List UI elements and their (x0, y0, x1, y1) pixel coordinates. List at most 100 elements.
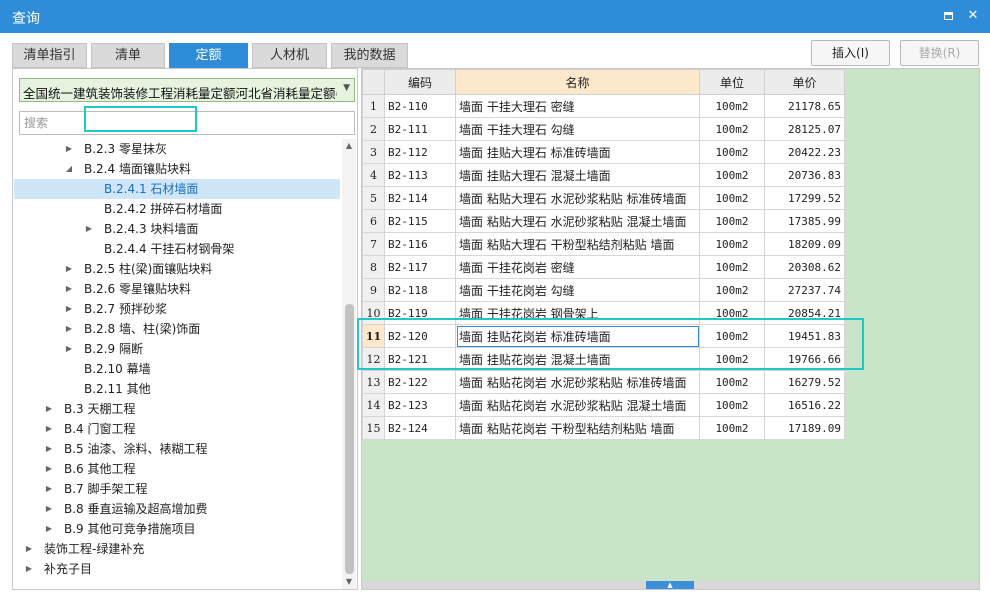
expand-arrow-icon[interactable]: ▶ (44, 479, 54, 499)
price-cell[interactable]: 18209.09 (764, 232, 845, 256)
maximize-icon[interactable] (941, 9, 955, 23)
price-cell[interactable]: 17385.99 (764, 209, 845, 233)
tab-materials[interactable]: 人材机 (252, 43, 327, 68)
price-cell[interactable]: 17299.52 (764, 186, 845, 210)
library-select[interactable]: 全国统一建筑装饰装修工程消耗量定额河北省消耗量定额(20 ▼ (19, 78, 355, 102)
row-number[interactable]: 6 (362, 209, 385, 233)
tree-item[interactable]: ▶ B.5 油漆、涂料、裱糊工程 (14, 439, 340, 459)
name-cell[interactable]: 墙面 粘贴大理石 水泥砂浆粘贴 混凝土墙面 (455, 209, 700, 233)
row-number[interactable]: 5 (362, 186, 385, 210)
tree-item[interactable]: B.2.4.2 拼碎石材墙面 (14, 199, 340, 219)
name-cell[interactable]: 墙面 挂贴大理石 混凝土墙面 (455, 163, 700, 187)
tree-item[interactable]: ▶ 补充子目 (14, 559, 340, 579)
row-number[interactable]: 4 (362, 163, 385, 187)
column-header-code[interactable]: 编码 (384, 69, 456, 95)
table-row[interactable]: 1 B2-110 墙面 干挂大理石 密缝 100m2 21178.65 (362, 94, 845, 118)
dropdown-arrow-icon[interactable]: ▼ (343, 83, 350, 93)
unit-cell[interactable]: 100m2 (699, 140, 765, 164)
name-cell[interactable]: 墙面 干挂大理石 密缝 (455, 94, 700, 118)
price-cell[interactable]: 20422.23 (764, 140, 845, 164)
tree-item[interactable]: ▶ B.2.3 零星抹灰 (14, 139, 340, 159)
collapse-arrow-icon[interactable]: ◢ (64, 159, 74, 179)
tree-item[interactable]: ▶ B.2.4.3 块料墙面 (14, 219, 340, 239)
table-row[interactable]: 15 B2-124 墙面 粘贴花岗岩 干粉型粘结剂粘贴 墙面 100m2 17189.0… (362, 416, 845, 440)
tree-item[interactable]: ▶ B.9 其他可竞争措施项目 (14, 519, 340, 539)
tree-item[interactable]: ▶ B.6 其他工程 (14, 459, 340, 479)
expand-arrow-icon[interactable]: ▶ (64, 319, 74, 339)
unit-cell[interactable]: 100m2 (699, 416, 765, 440)
table-row[interactable]: 3 B2-112 墙面 挂贴大理石 标准砖墙面 100m2 20422.23 (362, 140, 845, 164)
price-cell[interactable]: 21178.65 (764, 94, 845, 118)
name-cell[interactable]: 墙面 粘贴花岗岩 水泥砂浆粘贴 混凝土墙面 (455, 393, 700, 417)
expand-arrow-icon[interactable]: ▶ (44, 439, 54, 459)
code-cell[interactable]: B2-117 (384, 255, 456, 279)
unit-cell[interactable]: 100m2 (699, 232, 765, 256)
row-number[interactable]: 8 (362, 255, 385, 279)
unit-cell[interactable]: 100m2 (699, 163, 765, 187)
expand-arrow-icon[interactable]: ▶ (64, 139, 74, 159)
tab-quota[interactable]: 定额 (169, 43, 248, 68)
tab-my-data[interactable]: 我的数据 (331, 43, 408, 68)
scroll-handle-icon[interactable]: ▲ (646, 581, 694, 589)
table-row[interactable]: 13 B2-122 墙面 粘贴花岗岩 水泥砂浆粘贴 标准砖墙面 100m2 16279.… (362, 370, 845, 394)
tree-item[interactable]: ▶ B.7 脚手架工程 (14, 479, 340, 499)
tree-item[interactable]: B.2.10 幕墙 (14, 359, 340, 379)
code-cell[interactable]: B2-122 (384, 370, 456, 394)
name-cell[interactable]: 墙面 粘贴大理石 干粉型粘结剂粘贴 墙面 (455, 232, 700, 256)
expand-arrow-icon[interactable]: ▶ (64, 339, 74, 359)
row-number[interactable]: 9 (362, 278, 385, 302)
name-cell[interactable]: 墙面 粘贴花岗岩 水泥砂浆粘贴 标准砖墙面 (455, 370, 700, 394)
price-cell[interactable]: 20736.83 (764, 163, 845, 187)
row-number[interactable]: 7 (362, 232, 385, 256)
unit-cell[interactable]: 100m2 (699, 370, 765, 394)
tree-item[interactable]: ▶ B.2.7 预拌砂浆 (14, 299, 340, 319)
horizontal-scrollbar[interactable]: ▲ (362, 581, 979, 589)
unit-cell[interactable]: 100m2 (699, 209, 765, 233)
unit-cell[interactable]: 100m2 (699, 94, 765, 118)
tree-item[interactable]: ▶ B.2.8 墙、柱(梁)饰面 (14, 319, 340, 339)
unit-cell[interactable]: 100m2 (699, 393, 765, 417)
table-row[interactable]: 4 B2-113 墙面 挂贴大理石 混凝土墙面 100m2 20736.83 (362, 163, 845, 187)
code-cell[interactable]: B2-124 (384, 416, 456, 440)
code-cell[interactable]: B2-113 (384, 163, 456, 187)
table-row[interactable]: 6 B2-115 墙面 粘贴大理石 水泥砂浆粘贴 混凝土墙面 100m2 17385.9… (362, 209, 845, 233)
code-cell[interactable]: B2-115 (384, 209, 456, 233)
expand-arrow-icon[interactable]: ▶ (44, 519, 54, 539)
table-row[interactable]: 14 B2-123 墙面 粘贴花岗岩 水泥砂浆粘贴 混凝土墙面 100m2 16516.… (362, 393, 845, 417)
tree-item[interactable]: ▶ B.2.9 隔断 (14, 339, 340, 359)
tree-item[interactable]: ◢ B.2.4 墙面镶贴块料 (14, 159, 340, 179)
code-cell[interactable]: B2-123 (384, 393, 456, 417)
name-cell[interactable]: 墙面 干挂花岗岩 勾缝 (455, 278, 700, 302)
tree-item[interactable]: ▶ B.3 天棚工程 (14, 399, 340, 419)
table-row[interactable]: 2 B2-111 墙面 干挂大理石 勾缝 100m2 28125.07 (362, 117, 845, 141)
name-cell[interactable]: 墙面 干挂花岗岩 密缝 (455, 255, 700, 279)
expand-arrow-icon[interactable]: ▶ (64, 279, 74, 299)
tree-item[interactable]: ▶ B.8 垂直运输及超高增加费 (14, 499, 340, 519)
table-row[interactable]: 8 B2-117 墙面 干挂花岗岩 密缝 100m2 20308.62 (362, 255, 845, 279)
column-header-name[interactable]: 名称 (455, 69, 700, 95)
expand-arrow-icon[interactable]: ▶ (44, 419, 54, 439)
tree-scrollbar[interactable]: ▲ ▼ (342, 139, 356, 589)
row-number[interactable]: 13 (362, 370, 385, 394)
price-cell[interactable]: 28125.07 (764, 117, 845, 141)
code-cell[interactable]: B2-116 (384, 232, 456, 256)
unit-cell[interactable]: 100m2 (699, 278, 765, 302)
unit-cell[interactable]: 100m2 (699, 186, 765, 210)
row-number[interactable]: 15 (362, 416, 385, 440)
row-number[interactable]: 14 (362, 393, 385, 417)
code-cell[interactable]: B2-114 (384, 186, 456, 210)
tree-item[interactable]: ▶ B.2.6 零星镶贴块料 (14, 279, 340, 299)
code-cell[interactable]: B2-112 (384, 140, 456, 164)
unit-cell[interactable]: 100m2 (699, 255, 765, 279)
price-cell[interactable]: 20308.62 (764, 255, 845, 279)
tab-list[interactable]: 清单 (91, 43, 165, 68)
tree-item[interactable]: ▶ B.2.5 柱(梁)面镶贴块料 (14, 259, 340, 279)
insert-button[interactable]: 插入(I) (811, 40, 890, 66)
expand-arrow-icon[interactable]: ▶ (24, 559, 34, 579)
tab-guide[interactable]: 清单指引 (12, 43, 87, 68)
code-cell[interactable]: B2-111 (384, 117, 456, 141)
code-cell[interactable]: B2-118 (384, 278, 456, 302)
close-icon[interactable]: ✕ (966, 9, 980, 23)
price-cell[interactable]: 27237.74 (764, 278, 845, 302)
expand-arrow-icon[interactable]: ▶ (44, 399, 54, 419)
